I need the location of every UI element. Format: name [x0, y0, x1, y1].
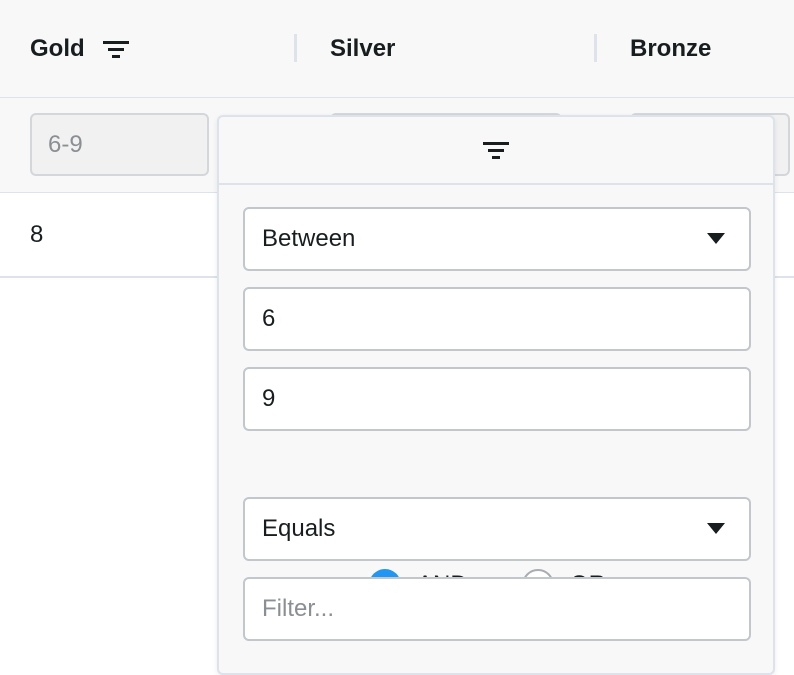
condition1-to-input[interactable]: 9: [243, 367, 751, 431]
grid-header: Gold Silver Bronze: [0, 0, 794, 98]
filter-icon[interactable]: [101, 37, 131, 61]
chevron-down-icon: [707, 523, 725, 534]
condition1-type-select[interactable]: Between: [243, 207, 751, 271]
cell-gold[interactable]: 8: [30, 193, 43, 276]
header-cell-bronze[interactable]: Bronze: [630, 0, 711, 97]
condition2-value-input[interactable]: Filter...: [243, 577, 751, 641]
gold-floating-filter-input[interactable]: 6-9: [30, 113, 209, 176]
filter-icon: [483, 142, 509, 159]
filter-menu: Between 6 9 AND OR Equals Filter...: [217, 115, 775, 675]
condition2-type-select[interactable]: Equals: [243, 497, 751, 561]
chevron-down-icon: [707, 233, 725, 244]
header-label-bronze: Bronze: [630, 34, 712, 62]
condition2-type-value: Equals: [262, 515, 336, 542]
condition1-type-value: Between: [262, 225, 356, 252]
header-cell-silver[interactable]: Silver: [330, 0, 395, 97]
header-resize-handle-silver[interactable]: [594, 34, 597, 62]
header-resize-handle-gold[interactable]: [294, 34, 297, 62]
header-cell-gold[interactable]: Gold: [30, 0, 131, 97]
header-label-silver: Silver: [330, 34, 396, 62]
filter-menu-tab[interactable]: [219, 117, 773, 185]
header-label-gold: Gold: [30, 34, 85, 62]
condition1-from-input[interactable]: 6: [243, 287, 751, 351]
